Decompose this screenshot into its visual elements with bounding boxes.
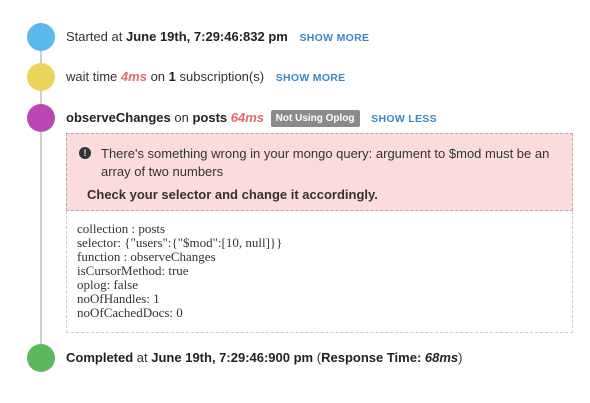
wait-row: wait time 4ms on 1 subscription(s) SHOW … (66, 68, 345, 87)
wait-dot (27, 63, 55, 91)
detail-line: function : observeChanges (77, 249, 216, 264)
response-time-value: 68ms (424, 350, 459, 365)
detail-line: noOfHandles: 1 (77, 291, 160, 306)
wait-suffix: subscription(s) (179, 69, 265, 84)
observe-mid: on (174, 110, 189, 125)
observe-collection: posts (192, 110, 228, 125)
wait-count: 1 (168, 69, 176, 84)
started-time: June 19th, 7:29:46:832 pm (126, 29, 288, 44)
detail-line: noOfCachedDocs: 0 (77, 305, 183, 320)
detail-line: isCursorMethod: true (77, 263, 189, 278)
started-prefix: Started at (66, 29, 123, 44)
response-time-label: Response Time: (321, 350, 422, 365)
started-show-more-link[interactable]: SHOW MORE (299, 32, 369, 44)
completed-time: June 19th, 7:29:46:900 pm (151, 350, 314, 365)
observe-show-less-link[interactable]: SHOW LESS (371, 113, 437, 125)
observe-dot (27, 104, 55, 132)
wait-mid: on (150, 69, 166, 84)
observe-method: observeChanges (66, 110, 171, 125)
wait-duration: 4ms (120, 69, 147, 84)
detail-line: oplog: false (77, 277, 139, 292)
started-row: Started at June 19th, 7:29:46:832 pm SHO… (66, 28, 369, 47)
observe-duration: 64ms (230, 110, 265, 125)
completed-label: Completed (66, 350, 134, 365)
completed-close-paren: ) (458, 350, 463, 365)
observe-row: observeChanges on posts 64ms Not Using O… (66, 109, 437, 128)
error-hint: Check your selector and change it accord… (87, 187, 378, 202)
completed-dot (27, 344, 55, 372)
error-message: There's something wrong in your mongo qu… (101, 146, 550, 179)
trace-timeline: Started at June 19th, 7:29:46:832 pm SHO… (0, 0, 590, 403)
wait-show-more-link[interactable]: SHOW MORE (276, 72, 346, 84)
exclamation-circle-icon: ! (79, 147, 91, 159)
query-details-panel: collection : posts selector: {"users":{"… (66, 211, 573, 333)
detail-line: selector: {"users":{"$mod":[10, null]}} (77, 235, 283, 250)
completed-prefix: at (136, 350, 148, 365)
error-panel: ! There's something wrong in your mongo … (66, 133, 573, 211)
wait-prefix: wait time (66, 69, 118, 84)
oplog-status-badge: Not Using Oplog (270, 110, 360, 127)
detail-line: collection : posts (77, 221, 166, 236)
started-dot (27, 23, 55, 51)
completed-row: Completed at June 19th, 7:29:46:900 pm (… (66, 349, 463, 367)
